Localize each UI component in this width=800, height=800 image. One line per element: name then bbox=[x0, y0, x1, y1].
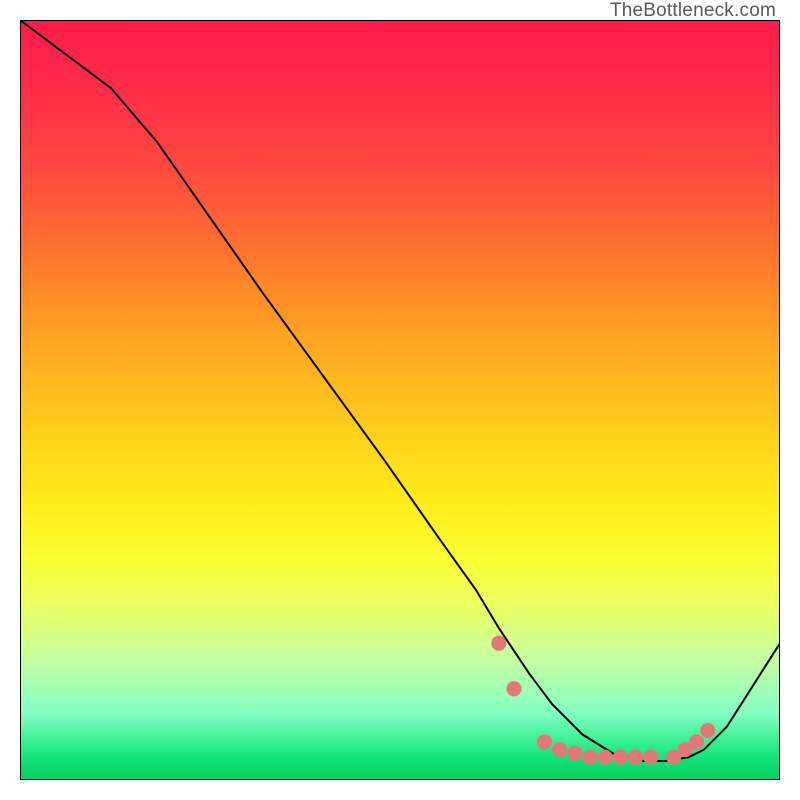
chart-svg bbox=[20, 20, 780, 780]
highlight-dot bbox=[552, 742, 567, 757]
highlight-dot bbox=[628, 750, 643, 765]
highlight-dot bbox=[689, 734, 704, 749]
plot-area bbox=[20, 20, 780, 780]
highlight-dot bbox=[537, 734, 552, 749]
highlight-dot bbox=[582, 750, 597, 765]
highlight-dot bbox=[700, 723, 715, 738]
highlight-dot bbox=[643, 750, 658, 765]
highlight-dot bbox=[613, 750, 628, 765]
highlight-dot bbox=[598, 750, 613, 765]
highlight-dot bbox=[491, 636, 506, 651]
highlight-dot bbox=[506, 681, 521, 696]
watermark-text: TheBottleneck.com bbox=[610, 0, 776, 22]
highlight-dot bbox=[567, 746, 582, 761]
main-curve bbox=[20, 20, 780, 761]
chart-stage: TheBottleneck.com bbox=[0, 0, 800, 800]
